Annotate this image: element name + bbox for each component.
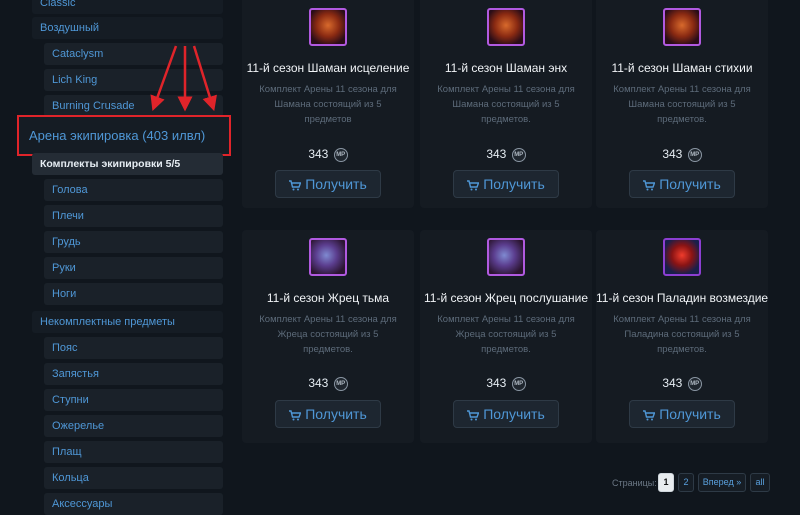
mp-currency-icon: MP — [511, 376, 526, 391]
card-title: 11-й сезон Шаман исцеление — [246, 61, 410, 75]
get-button[interactable]: Получить — [629, 170, 735, 198]
page-1-button[interactable]: 1 — [658, 473, 674, 492]
red-arrows-annotation — [150, 45, 217, 112]
sidebar-item-chest[interactable]: Грудь — [44, 231, 223, 253]
card-price: 343 MP — [242, 147, 414, 162]
sidebar-item-head[interactable]: Голова — [44, 179, 223, 201]
product-card-priest-discipline: 11-й сезон Жрец послушание Комплект Арен… — [420, 230, 592, 443]
card-price: 343 MP — [420, 147, 592, 162]
cart-icon — [289, 410, 302, 421]
card-title: 11-й сезон Жрец тьма — [266, 291, 390, 305]
card-title: 11-й сезон Паладин возмездие — [596, 291, 769, 305]
category-sidebar: Classic Воздушный Cataclysm Lich King Bu… — [0, 0, 232, 515]
card-price: 343 MP — [596, 376, 768, 391]
get-button[interactable]: Получить — [275, 170, 381, 198]
card-title: 11-й сезон Жрец послушание — [423, 291, 588, 305]
get-button[interactable]: Получить — [453, 170, 559, 198]
product-card-priest-shadow: 11-й сезон Жрец тьма Комплект Арены 11 с… — [242, 230, 414, 443]
mp-currency-icon: MP — [687, 376, 702, 391]
item-icon-shaman — [309, 8, 347, 46]
card-title: 11-й сезон Шаман энх — [444, 61, 568, 75]
product-card-shaman-resto: 11-й сезон Шаман исцеление Комплект Арен… — [242, 0, 414, 208]
item-icon-shaman — [663, 8, 701, 46]
sidebar-item-hands[interactable]: Руки — [44, 257, 223, 279]
product-card-shaman-elemental: 11-й сезон Шаман стихии Комплект Арены 1… — [596, 0, 768, 208]
item-icon-priest — [487, 238, 525, 276]
sidebar-item-classic[interactable]: Classic — [32, 0, 223, 14]
sidebar-item-vozdushny[interactable]: Воздушный — [32, 17, 223, 39]
page-2-button[interactable]: 2 — [678, 473, 694, 492]
get-button[interactable]: Получить — [275, 400, 381, 428]
card-price: 343 MP — [242, 376, 414, 391]
all-pages-button[interactable]: all — [750, 473, 770, 492]
get-button[interactable]: Получить — [453, 400, 559, 428]
card-description: Комплект Арены 11 сезона для Жреца состо… — [259, 314, 397, 355]
sidebar-item-belt[interactable]: Пояс — [44, 337, 223, 359]
sidebar-item-necklace[interactable]: Ожерелье — [44, 415, 223, 437]
cart-icon — [643, 180, 656, 191]
card-description: Комплект Арены 11 сезона для Паладина со… — [613, 314, 751, 355]
sidebar-item-legs[interactable]: Ноги — [44, 283, 223, 305]
card-price: 343 MP — [596, 147, 768, 162]
item-icon-priest — [309, 238, 347, 276]
card-description: Комплект Арены 11 сезона для Жреца состо… — [437, 314, 575, 355]
sidebar-item-accessories[interactable]: Аксессуары — [44, 493, 223, 515]
mp-currency-icon: MP — [511, 147, 526, 162]
card-price: 343 MP — [420, 376, 592, 391]
pagination-label: Страницы: — [612, 478, 657, 488]
sidebar-item-shoulders[interactable]: Плечи — [44, 205, 223, 227]
card-title: 11-й сезон Шаман стихии — [611, 61, 753, 75]
next-page-button[interactable]: Вперед » — [698, 473, 746, 492]
sidebar-item-feet[interactable]: Ступни — [44, 389, 223, 411]
sidebar-item-wrists[interactable]: Запястья — [44, 363, 223, 385]
sidebar-item-arena-highlighted[interactable]: Арена экипировка (403 илвл) — [17, 115, 231, 156]
product-card-paladin-retribution: 11-й сезон Паладин возмездие Комплект Ар… — [596, 230, 768, 443]
card-description: Комплект Арены 11 сезона для Шамана сост… — [259, 84, 397, 125]
mp-currency-icon: MP — [333, 376, 348, 391]
mp-currency-icon: MP — [687, 147, 702, 162]
product-card-shaman-enh: 11-й сезон Шаман энх Комплект Арены 11 с… — [420, 0, 592, 208]
sidebar-item-rings[interactable]: Кольца — [44, 467, 223, 489]
sidebar-item-cloak[interactable]: Плащ — [44, 441, 223, 463]
get-button[interactable]: Получить — [629, 400, 735, 428]
cart-icon — [643, 410, 656, 421]
card-description: Комплект Арены 11 сезона для Шамана сост… — [613, 84, 751, 125]
sidebar-item-incomplete[interactable]: Некомплектные предметы — [32, 311, 223, 333]
item-icon-paladin — [663, 238, 701, 276]
card-description: Комплект Арены 11 сезона для Шамана сост… — [437, 84, 575, 125]
sidebar-item-arena-sets[interactable]: Комплекты экипировки 5/5 — [32, 153, 223, 175]
item-icon-shaman — [487, 8, 525, 46]
mp-currency-icon: MP — [333, 147, 348, 162]
cart-icon — [289, 180, 302, 191]
cart-icon — [467, 180, 480, 191]
cart-icon — [467, 410, 480, 421]
